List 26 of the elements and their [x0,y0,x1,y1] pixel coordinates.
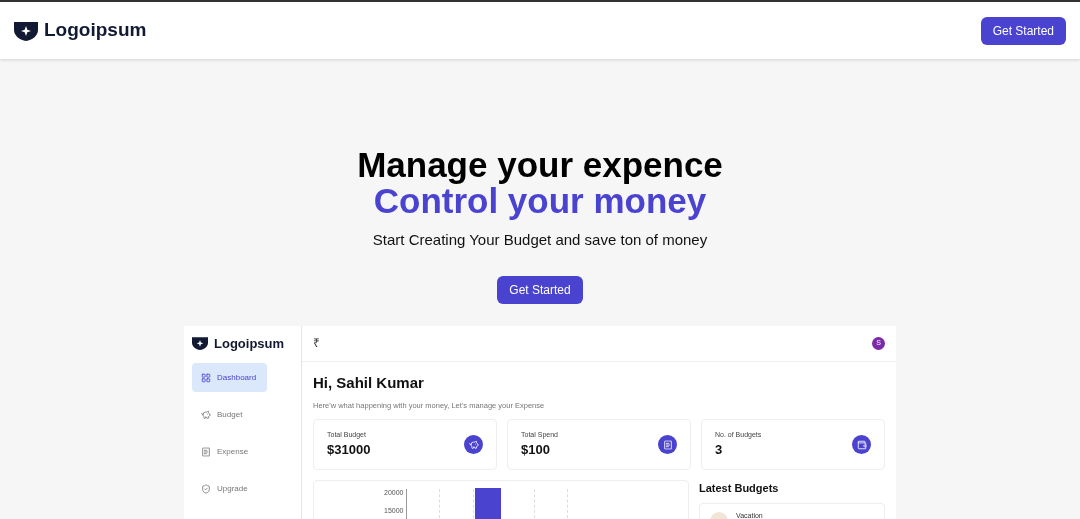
get-started-button[interactable]: Get Started [497,275,583,304]
sidebar-item[interactable]: Budget [192,400,267,429]
stat-value: $31000 [327,441,371,460]
sidebar-item[interactable]: Upgrade [192,474,267,503]
rupee-icon: ₹ [313,334,320,352]
sidebar-item[interactable]: Dashboard [192,363,267,392]
shield-logo-icon [192,336,208,351]
sidebar-item[interactable]: Expense [192,437,267,466]
shield-check-icon [201,483,211,494]
hero-tagline: Start Creating Your Budget and save ton of money [372,230,708,250]
greeting-heading: Hi, Sahil Kumar [313,372,425,393]
grid-icon [201,372,211,383]
shield-logo-icon [14,20,38,41]
stat-value: 3 [715,441,724,460]
wallet-icon [852,435,871,455]
get-started-button[interactable]: Get Started [980,16,1066,45]
receipt-icon [658,435,677,455]
piggy-bank-icon [201,409,211,420]
logo-text: Logoipsum [44,18,147,43]
hero-title: Manage your expence [357,147,723,183]
piggy-bank-icon [464,435,483,455]
stat-value: $100 [521,441,551,460]
latest-budgets-heading: Latest Budgets [699,481,780,497]
logo-text: Logoipsum [214,334,285,353]
hero-subtitle: Control your money [373,183,707,219]
receipt-icon [201,446,211,457]
